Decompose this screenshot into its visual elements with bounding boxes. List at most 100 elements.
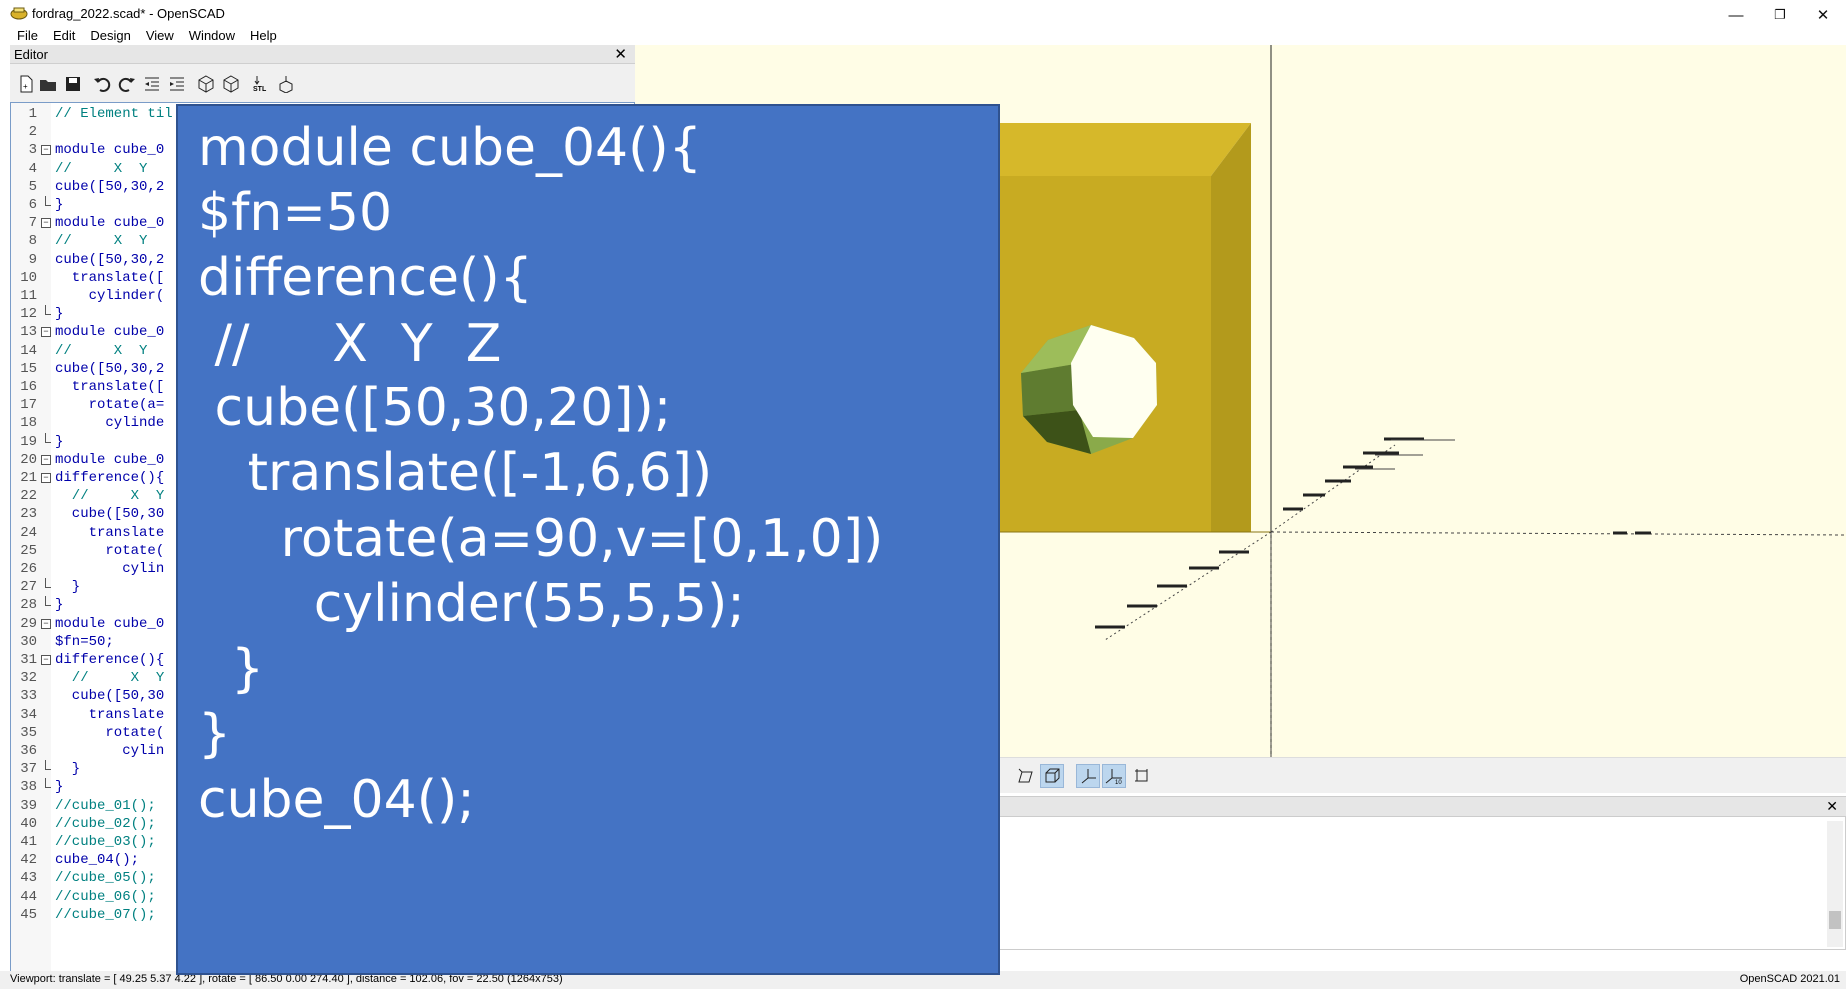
line-number: 41 — [20, 834, 37, 850]
line-number: 29 — [20, 615, 37, 632]
line-number: 33 — [20, 688, 37, 705]
unindent-icon[interactable] — [142, 74, 162, 94]
new-icon[interactable]: + — [16, 74, 36, 94]
code-text: module cube_0 — [55, 324, 165, 341]
code-text: // X Y — [55, 160, 148, 177]
overlay-code-line: cube_04(); — [198, 770, 475, 830]
scale-markers-icon[interactable]: 10 — [1102, 764, 1126, 788]
fold-toggle-icon[interactable]: − — [41, 218, 51, 229]
fold-end-marker — [45, 196, 51, 206]
code-text: rotate( — [55, 724, 165, 741]
code-text: difference(){ — [55, 652, 165, 668]
overlay-code-line: } — [198, 704, 232, 764]
preview-icon[interactable] — [196, 74, 216, 94]
line-number: 44 — [20, 888, 37, 905]
code-text: cube([50,30 — [55, 688, 165, 705]
code-text: module cube_0 — [55, 615, 165, 632]
line-number: 45 — [20, 906, 37, 923]
fold-toggle-icon[interactable]: − — [41, 145, 51, 156]
line-number: 8 — [28, 233, 37, 250]
console-scroll-thumb[interactable] — [1829, 911, 1841, 929]
line-number: 27 — [20, 579, 37, 596]
line-number: 16 — [20, 379, 37, 395]
line-number: 28 — [20, 597, 37, 614]
export-stl-icon[interactable]: STL — [251, 74, 271, 94]
code-text: //cube_02(); — [55, 815, 156, 832]
console-close-button[interactable]: ✕ — [1826, 798, 1838, 815]
menu-view[interactable]: View — [139, 26, 182, 46]
fold-toggle-icon[interactable]: − — [41, 655, 51, 665]
line-number: 4 — [28, 160, 37, 177]
line-number: 43 — [20, 870, 37, 887]
code-overlay-slide: module cube_04(){$fn=50 difference(){ // … — [176, 104, 1000, 975]
line-number: 17 — [20, 397, 37, 414]
code-text: //cube_06(); — [55, 888, 156, 905]
console-scrollbar[interactable] — [1827, 821, 1843, 947]
svg-text:10: 10 — [1115, 780, 1122, 785]
code-text: } — [55, 579, 81, 596]
code-text: cube_04(); — [55, 852, 140, 869]
code-text: module cube_0 — [55, 142, 165, 159]
fold-toggle-icon[interactable]: − — [41, 473, 51, 483]
fold-toggle-icon[interactable]: − — [41, 327, 51, 338]
undo-icon[interactable] — [92, 74, 112, 94]
edges-icon[interactable] — [1130, 764, 1154, 788]
perspective-icon[interactable] — [1013, 764, 1037, 788]
overlay-code-line: module cube_04(){ — [198, 118, 702, 178]
code-text: translate([ — [55, 379, 165, 395]
overlay-code-line: cube([50,30,20]); — [198, 378, 672, 438]
menu-edit[interactable]: Edit — [46, 26, 83, 46]
line-number: 15 — [20, 360, 37, 377]
line-number: 34 — [20, 706, 37, 723]
menu-design[interactable]: Design — [83, 26, 138, 46]
code-text: } — [55, 761, 81, 778]
line-number: 21 — [20, 470, 37, 486]
code-text: } — [55, 433, 64, 450]
orthogonal-icon[interactable] — [1040, 764, 1064, 788]
code-text: rotate( — [55, 542, 165, 559]
menu-window[interactable]: Window — [182, 26, 243, 46]
line-number: 23 — [20, 506, 37, 523]
menu-bar: File Edit Design View Window Help — [0, 26, 1846, 46]
line-number: 35 — [20, 724, 37, 741]
code-text: cube([50,30,2 — [55, 360, 165, 377]
render-icon[interactable] — [221, 74, 241, 94]
code-text: cylinde — [55, 415, 165, 432]
code-text: cylinder( — [55, 288, 165, 304]
version-label: OpenSCAD 2021.01 — [1739, 973, 1840, 985]
line-number: 2 — [28, 124, 37, 141]
code-text: module cube_0 — [55, 451, 165, 468]
line-number: 13 — [20, 324, 37, 341]
code-text: difference(){ — [55, 470, 165, 486]
axes-icon[interactable] — [1076, 764, 1100, 788]
fold-end-marker — [45, 760, 51, 771]
indent-icon[interactable] — [167, 74, 187, 94]
fold-toggle-icon[interactable]: − — [41, 454, 51, 465]
overlay-code-line: cylinder(55,5,5); — [198, 574, 745, 634]
editor-title: Editor — [14, 47, 48, 62]
overlay-code-line: // X Y Z — [198, 314, 502, 374]
line-number: 20 — [20, 451, 37, 468]
svg-text:STL: STL — [253, 86, 267, 93]
overlay-code-line: translate([-1,6,6]) — [198, 443, 713, 503]
open-icon[interactable] — [38, 74, 58, 94]
code-text: cylin — [55, 743, 165, 759]
code-text: translate — [55, 706, 165, 723]
save-icon[interactable] — [63, 74, 83, 94]
send-to-print-icon[interactable] — [276, 74, 296, 94]
code-text: translate — [55, 524, 165, 541]
line-number: 32 — [20, 670, 37, 687]
fold-toggle-icon[interactable]: − — [41, 618, 51, 629]
redo-icon[interactable] — [117, 74, 137, 94]
line-number: 42 — [20, 852, 37, 869]
code-text: $fn=50; — [55, 633, 114, 650]
line-number: 11 — [20, 288, 37, 304]
line-number: 5 — [28, 178, 37, 195]
menu-help[interactable]: Help — [243, 26, 285, 46]
line-number: 24 — [20, 524, 37, 541]
editor-close-button[interactable]: ✕ — [614, 45, 627, 63]
overlay-code-line: $fn=50 — [198, 183, 393, 243]
menu-file[interactable]: File — [10, 26, 46, 46]
line-number: 3 — [28, 142, 37, 159]
overlay-code-line: } — [198, 639, 265, 699]
